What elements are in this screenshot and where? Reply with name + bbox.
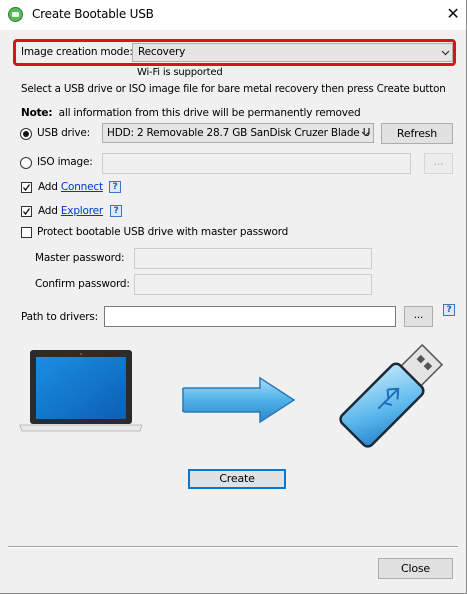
help-icon[interactable]: ?: [110, 205, 122, 217]
help-icon[interactable]: ?: [443, 304, 455, 316]
usb-drive-select[interactable]: HDD: 2 Removable 28.7 GB SanDisk Cruzer …: [102, 123, 374, 143]
usb-drive-label: USB drive:: [37, 127, 91, 139]
add-connect-checkbox[interactable]: [21, 182, 32, 193]
usb-app-icon: [8, 7, 23, 22]
master-password-label: Master password:: [35, 252, 125, 264]
arrow-right-icon: [182, 376, 296, 424]
explorer-link[interactable]: Explorer: [61, 205, 103, 217]
iso-image-radio[interactable]: [20, 157, 32, 169]
image-mode-value: Recovery: [138, 46, 186, 58]
close-button[interactable]: Close: [378, 558, 453, 579]
drivers-browse-button[interactable]: ...: [404, 306, 433, 327]
create-button[interactable]: Create: [188, 469, 286, 489]
chevron-down-icon: [361, 131, 370, 137]
check-icon: [22, 184, 31, 192]
instruction-text: Select a USB drive or ISO image file for…: [21, 83, 446, 95]
connect-link[interactable]: Connect: [61, 181, 103, 193]
master-password-input[interactable]: [134, 248, 372, 269]
drivers-path-input[interactable]: [104, 306, 396, 327]
add-explorer-label: Add Explorer: [38, 205, 103, 217]
image-mode-select[interactable]: Recovery: [132, 43, 453, 62]
check-icon: [22, 208, 31, 216]
add-explorer-checkbox[interactable]: [21, 206, 32, 217]
iso-image-label: ISO image:: [37, 156, 93, 168]
radio-dot: [23, 131, 29, 137]
protect-password-checkbox[interactable]: [21, 227, 32, 238]
usb-drive-value: HDD: 2 Removable 28.7 GB SanDisk Cruzer …: [107, 127, 371, 139]
create-bootable-usb-dialog: Create Bootable USB ✕ Image creation mod…: [0, 0, 467, 594]
usb-drive-radio[interactable]: [20, 128, 32, 140]
iso-image-input[interactable]: [102, 153, 411, 174]
iso-browse-button[interactable]: ...: [424, 153, 453, 174]
separator: [8, 546, 458, 548]
add-explorer-prefix: Add: [38, 205, 58, 217]
image-mode-label: Image creation mode:: [21, 46, 133, 58]
laptop-icon: [19, 350, 143, 432]
usb-stick-icon: [339, 343, 444, 448]
chevron-down-icon: [441, 50, 450, 56]
warning-text: Note: all information from this drive wi…: [21, 107, 361, 119]
wifi-note: Wi-Fi is supported: [137, 67, 223, 78]
add-connect-prefix: Add: [38, 181, 58, 193]
add-connect-label: Add Connect: [38, 181, 103, 193]
refresh-button[interactable]: Refresh: [381, 123, 453, 144]
warning-bold: Note:: [21, 107, 53, 119]
help-icon[interactable]: ?: [109, 181, 121, 193]
title-bar: Create Bootable USB ✕: [0, 0, 466, 30]
warning-message: all information from this drive will be …: [58, 107, 361, 119]
confirm-password-label: Confirm password:: [35, 278, 130, 290]
window-title: Create Bootable USB: [32, 7, 154, 21]
close-window-icon[interactable]: ✕: [442, 3, 464, 25]
drivers-path-label: Path to drivers:: [21, 311, 98, 323]
protect-password-label: Protect bootable USB drive with master p…: [37, 226, 289, 238]
confirm-password-input[interactable]: [134, 274, 372, 295]
